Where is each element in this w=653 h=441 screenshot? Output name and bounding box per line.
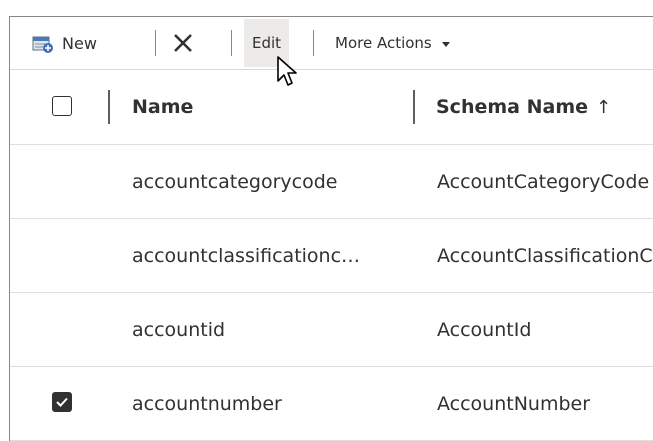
select-all-checkbox[interactable]: [52, 96, 72, 116]
column-resize-handle[interactable]: [413, 90, 415, 124]
cell-schema-name: AccountId: [437, 318, 532, 341]
more-actions-label: More Actions: [335, 34, 432, 52]
column-resize-handle[interactable]: [108, 90, 110, 124]
new-button-label: New: [62, 33, 97, 53]
table-row[interactable]: accountid AccountId: [10, 293, 653, 367]
command-bar: New Edit More Actions: [10, 17, 653, 69]
cell-schema-name: AccountClassificationCode: [437, 244, 653, 267]
chevron-down-icon: [441, 41, 450, 47]
cell-name: accountcategorycode: [132, 170, 338, 193]
grid-header: Name Schema Name ↑: [10, 69, 653, 145]
table-row[interactable]: accountclassificationc… AccountClassific…: [10, 219, 653, 293]
entity-columns-view: New Edit More Actions Name Schema Name ↑…: [9, 16, 653, 441]
column-header-schema-label: Schema Name: [436, 96, 588, 118]
cell-name: accountnumber: [132, 392, 282, 415]
toolbar-divider: [313, 30, 314, 56]
toolbar-divider: [155, 30, 156, 56]
new-button[interactable]: New: [32, 17, 97, 69]
column-header-name-label: Name: [132, 96, 194, 118]
sort-ascending-icon: ↑: [596, 96, 612, 118]
column-header-name[interactable]: Name: [132, 70, 193, 144]
mouse-pointer-icon: [276, 55, 302, 89]
table-row[interactable]: accountcategorycode AccountCategoryCode: [10, 145, 653, 219]
cell-name: accountclassificationc…: [132, 244, 361, 267]
cell-schema-name: AccountCategoryCode: [437, 170, 650, 193]
close-icon: [172, 32, 194, 54]
column-header-schema-name[interactable]: Schema Name ↑: [436, 70, 611, 144]
more-actions-button[interactable]: More Actions: [335, 17, 450, 69]
cell-name: accountid: [132, 318, 226, 341]
toolbar-divider: [231, 30, 232, 56]
delete-button[interactable]: [172, 17, 194, 69]
edit-button-label: Edit: [252, 34, 282, 52]
table-row[interactable]: accountnumber AccountNumber: [10, 367, 653, 441]
checkmark-icon: [56, 397, 68, 407]
row-checkbox-checked[interactable]: [52, 392, 72, 412]
new-record-icon: [32, 32, 54, 54]
cell-schema-name: AccountNumber: [437, 392, 591, 415]
